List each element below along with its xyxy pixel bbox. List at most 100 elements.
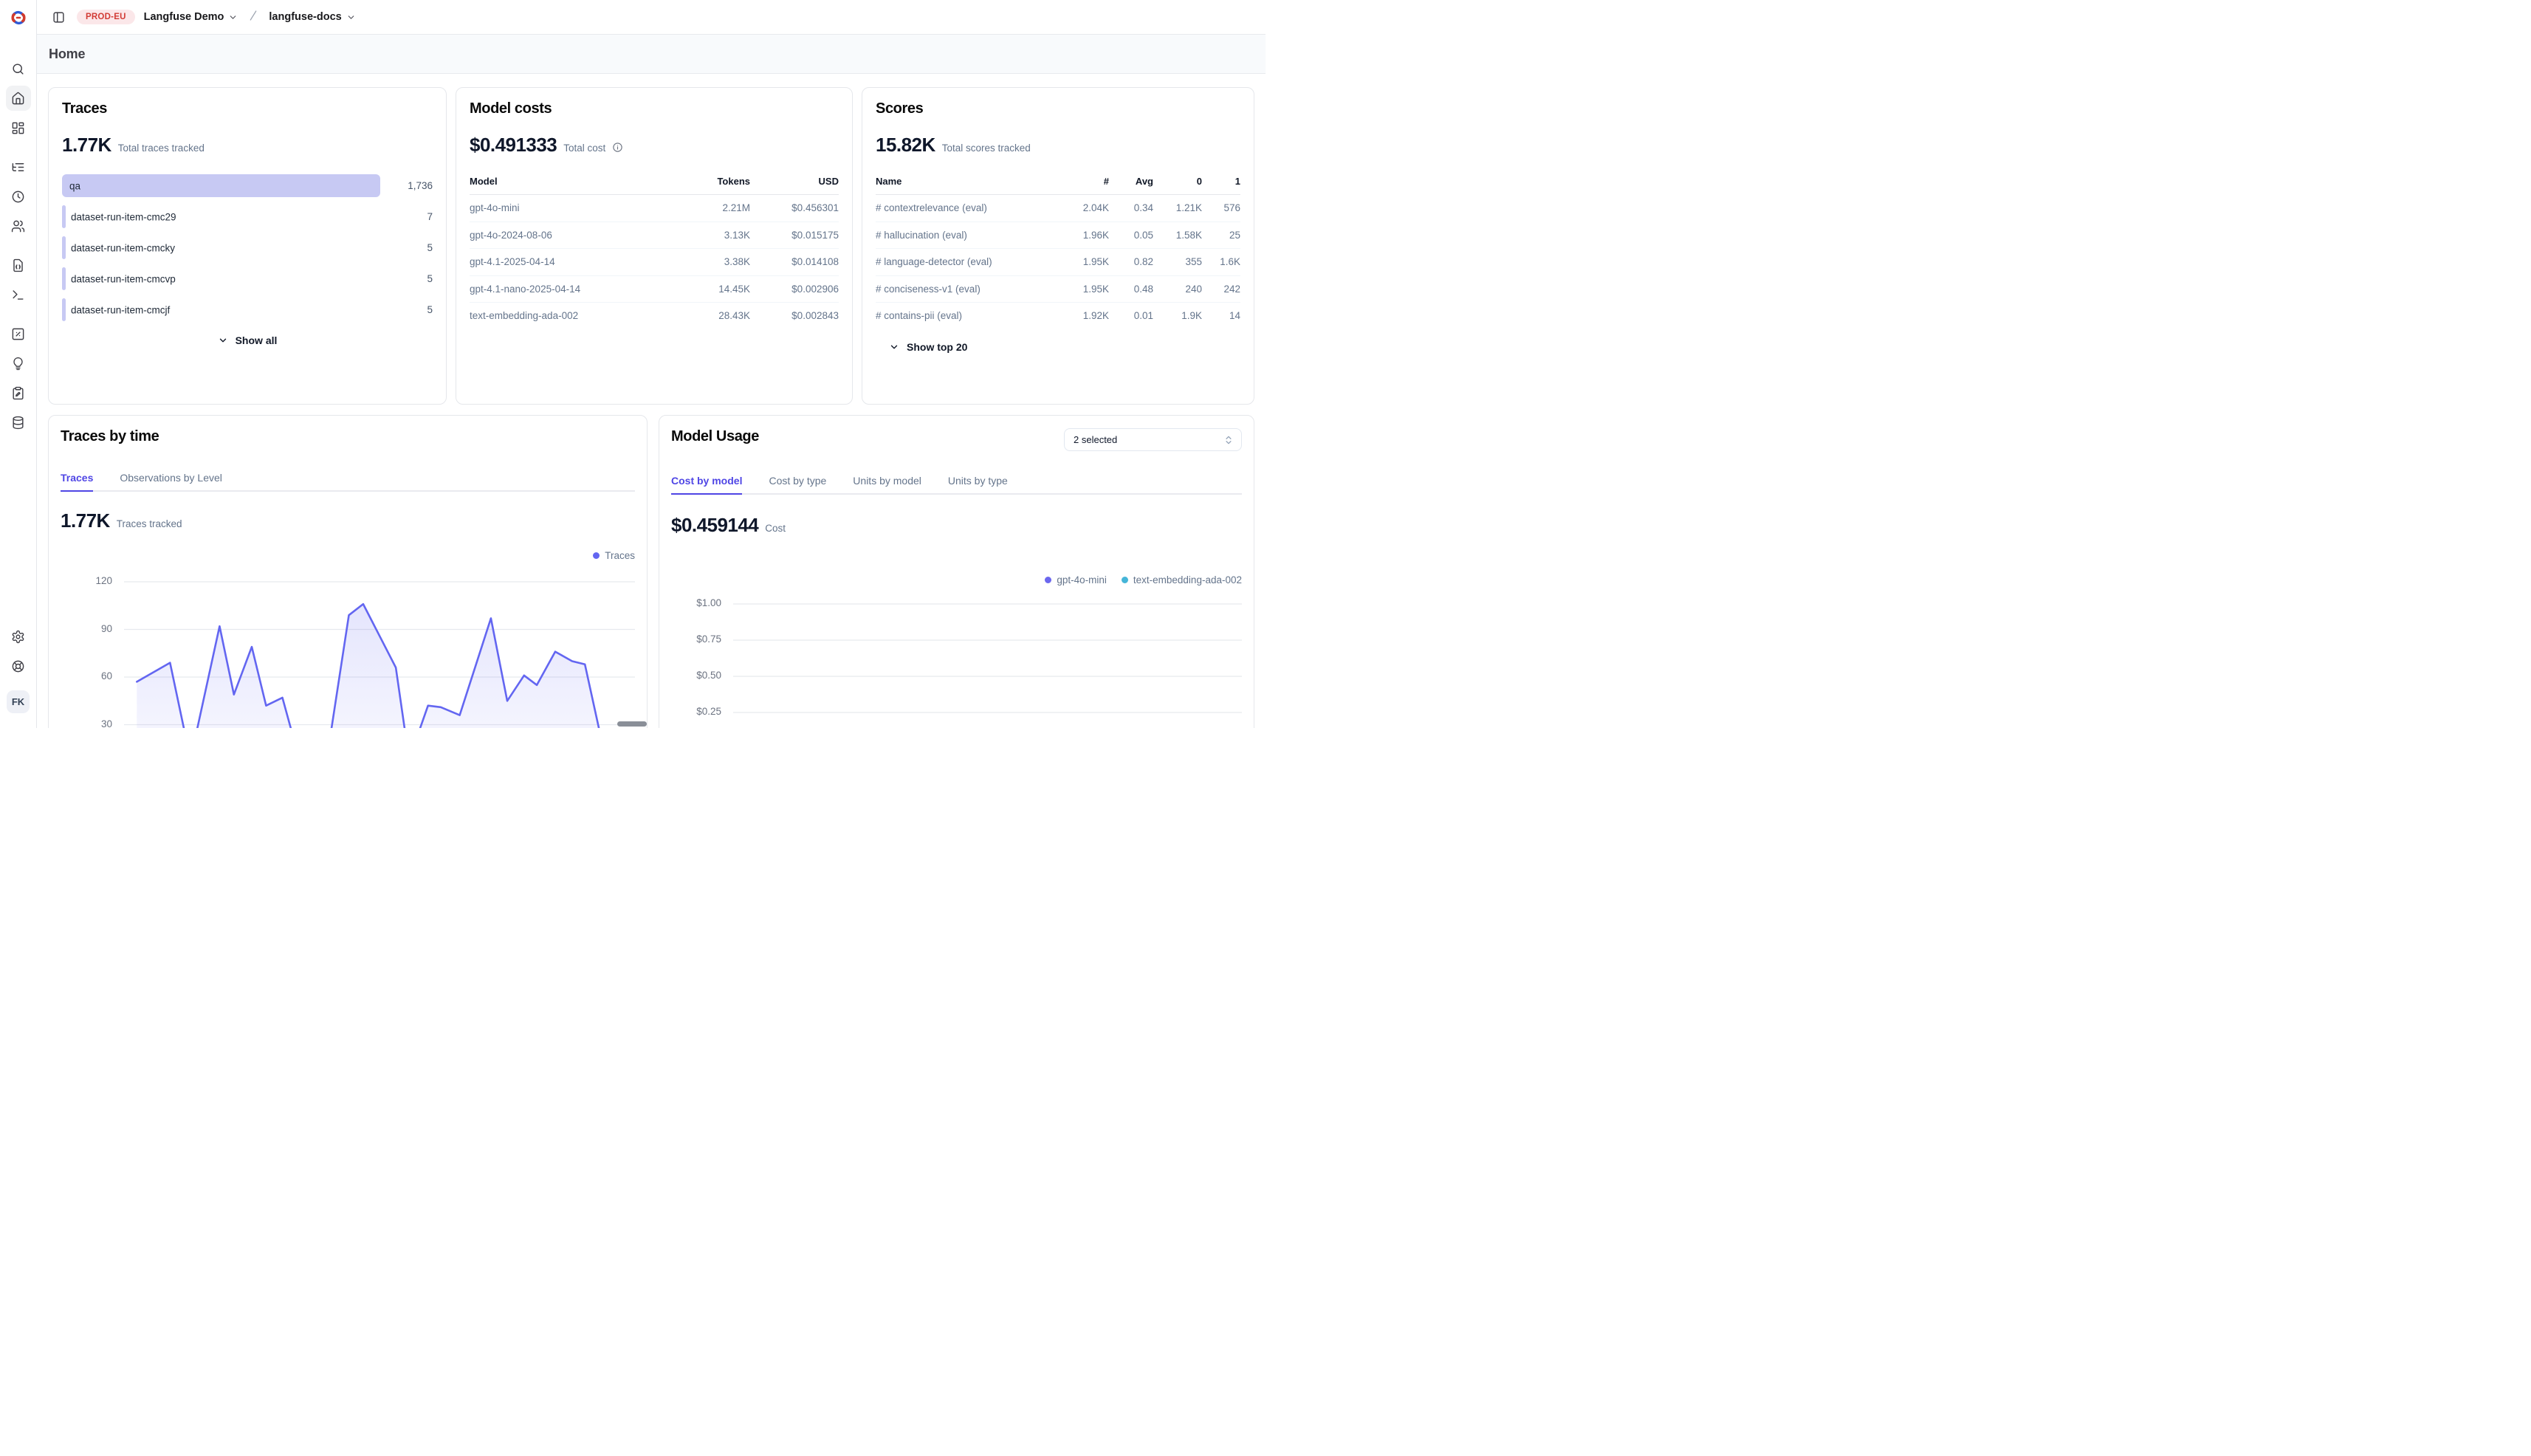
sidebar-item-annotation-clipboard[interactable] (6, 380, 31, 405)
sidebar-item-users[interactable] (6, 213, 31, 238)
scores-cell: 1.9K (1153, 310, 1202, 321)
y-axis-tick: $1.00 (671, 597, 721, 608)
sidebar-item-datasets-database[interactable] (6, 410, 31, 435)
usage-tab-cost-by-model[interactable]: Cost by model (671, 475, 742, 495)
trace-bar-zone: qa (62, 174, 387, 197)
sidebar-item-home[interactable] (6, 86, 31, 111)
model-costs-cell: 3.13K (669, 230, 750, 241)
model-costs-cell: 3.38K (669, 256, 750, 267)
sidebar-item-playground-terminal[interactable] (6, 282, 31, 307)
legend-label: Traces (605, 550, 635, 561)
usage-tab-units-by-type[interactable]: Units by type (948, 475, 1008, 495)
project-switcher[interactable]: langfuse-docs (269, 11, 355, 23)
model-costs-cell: 14.45K (669, 284, 750, 295)
traces-tab-traces[interactable]: Traces (61, 472, 93, 492)
y-axis-tick: $0.75 (671, 633, 721, 645)
scores-cell: # conciseness-v1 (eval) (876, 284, 1062, 295)
trace-bar-row[interactable]: dataset-run-item-cmcvp5 (62, 267, 433, 290)
sidebar-nav (0, 35, 36, 439)
sidebar-item-search[interactable] (6, 56, 31, 81)
scores-cell: 240 (1153, 284, 1202, 295)
scores-card: Scores 15.82K Total scores tracked Name#… (862, 87, 1254, 405)
scores-col-header: 0 (1153, 176, 1202, 187)
scores-cell: 25 (1202, 230, 1240, 241)
scores-cell: 1.21K (1153, 202, 1202, 213)
chevron-down-icon (889, 342, 899, 352)
chevron-down-icon (218, 335, 228, 346)
traces-tab-observations-by-level[interactable]: Observations by Level (120, 472, 222, 492)
info-icon[interactable] (612, 142, 623, 157)
scores-table: Name#Avg01# contextrelevance (eval)2.04K… (876, 176, 1240, 329)
trace-bar-zone: dataset-run-item-cmc29 (62, 205, 387, 228)
sidebar-toggle-button[interactable] (49, 7, 68, 27)
trace-count: 1,736 (387, 180, 433, 191)
avatar[interactable]: FK (7, 690, 30, 713)
model-costs-cell: $0.015175 (750, 230, 839, 241)
trace-count: 5 (387, 242, 433, 253)
sidebar-item-prompts-file[interactable] (6, 253, 31, 278)
trace-name-label: qa (69, 180, 80, 191)
usage-cost-label: Cost (765, 523, 786, 534)
model-costs-cell: gpt-4.1-2025-04-14 (470, 256, 669, 267)
org-name: Langfuse Demo (144, 11, 224, 23)
trace-bar-row[interactable]: dataset-run-item-cmcky5 (62, 236, 433, 259)
search-icon (11, 62, 25, 76)
scores-row[interactable]: # conciseness-v1 (eval)1.95K0.48240242 (876, 276, 1240, 303)
traces-total-metric: 1.77K (62, 134, 111, 157)
sidebar-item-support-lifebuoy[interactable] (6, 653, 31, 679)
usage-cost-metric: $0.459144 (671, 514, 758, 537)
model-select[interactable]: 2 selected (1064, 428, 1242, 451)
model-costs-card: Model costs $0.491333 Total cost ModelTo… (456, 87, 853, 405)
scores-row[interactable]: # contextrelevance (eval)2.04K0.341.21K5… (876, 195, 1240, 222)
org-switcher[interactable]: Langfuse Demo (144, 11, 238, 23)
environment-badge[interactable]: PROD-EU (77, 10, 135, 24)
sidebar-item-settings-gear[interactable] (6, 624, 31, 649)
scores-cell: 0.82 (1109, 256, 1153, 267)
traces-by-time-card: Traces by time TracesObservations by Lev… (48, 415, 648, 728)
settings-gear-icon (11, 630, 25, 644)
users-icon (11, 219, 25, 233)
y-axis-tick: 30 (61, 718, 112, 729)
dashboard-icon (11, 121, 25, 135)
y-axis-tick: $0.25 (671, 706, 721, 717)
scores-row[interactable]: # language-detector (eval)1.95K0.823551.… (876, 249, 1240, 276)
scores-total-metric: 15.82K (876, 134, 935, 157)
usage-line-chart (733, 589, 1242, 728)
traces-bar-list: qa1,736dataset-run-item-cmc297dataset-ru… (62, 174, 433, 321)
scores-col-header: 1 (1202, 176, 1240, 187)
sidebar-item-dashboard[interactable] (6, 115, 31, 140)
usage-tab-units-by-model[interactable]: Units by model (853, 475, 921, 495)
scores-cell: # contains-pii (eval) (876, 310, 1062, 321)
trace-bar-row[interactable]: dataset-run-item-cmcjf5 (62, 298, 433, 321)
show-all-button[interactable]: Show all (62, 334, 433, 346)
model-costs-row[interactable]: gpt-4.1-2025-04-143.38K$0.014108 (470, 249, 839, 276)
breadcrumb-slash-icon (247, 9, 260, 26)
legend-item-gpt-4o-mini: gpt-4o-mini (1045, 574, 1107, 586)
horizontal-scrollbar-thumb[interactable] (617, 721, 647, 727)
scores-col-header: Name (876, 176, 1062, 187)
sessions-clock-icon (11, 190, 25, 204)
trace-bar-row[interactable]: dataset-run-item-cmc297 (62, 205, 433, 228)
usage-tab-cost-by-type[interactable]: Cost by type (769, 475, 826, 495)
langfuse-logo (0, 0, 36, 35)
sidebar-item-tracing-tree[interactable] (6, 154, 31, 179)
model-costs-row[interactable]: gpt-4o-mini2.21M$0.456301 (470, 195, 839, 222)
trace-name-label: dataset-run-item-cmc29 (71, 211, 176, 222)
sidebar-item-evaluation-percent[interactable] (6, 321, 31, 346)
model-costs-cell: 2.21M (669, 202, 750, 213)
datasets-database-icon (11, 416, 25, 430)
model-costs-row[interactable]: text-embedding-ada-00228.43K$0.002843 (470, 303, 839, 329)
show-top-20-button[interactable]: Show top 20 (889, 341, 1240, 353)
trace-bar-row[interactable]: qa 1,736 (62, 174, 433, 197)
scores-row[interactable]: # contains-pii (eval)1.92K0.011.9K14 (876, 303, 1240, 329)
trace-bar (62, 236, 66, 259)
sidebar-item-sessions-clock[interactable] (6, 184, 31, 209)
legend-dot (1045, 577, 1051, 583)
sidebar-item-insights-lightbulb[interactable] (6, 351, 31, 376)
usage-chart-legend: gpt-4o-minitext-embedding-ada-002 (1045, 574, 1242, 586)
traces-tracked-metric: 1.77K (61, 509, 110, 532)
model-costs-row[interactable]: gpt-4o-2024-08-063.13K$0.015175 (470, 222, 839, 250)
scores-row[interactable]: # hallucination (eval)1.96K0.051.58K25 (876, 222, 1240, 250)
model-costs-row[interactable]: gpt-4.1-nano-2025-04-1414.45K$0.002906 (470, 276, 839, 303)
scores-cell: 0.01 (1109, 310, 1153, 321)
